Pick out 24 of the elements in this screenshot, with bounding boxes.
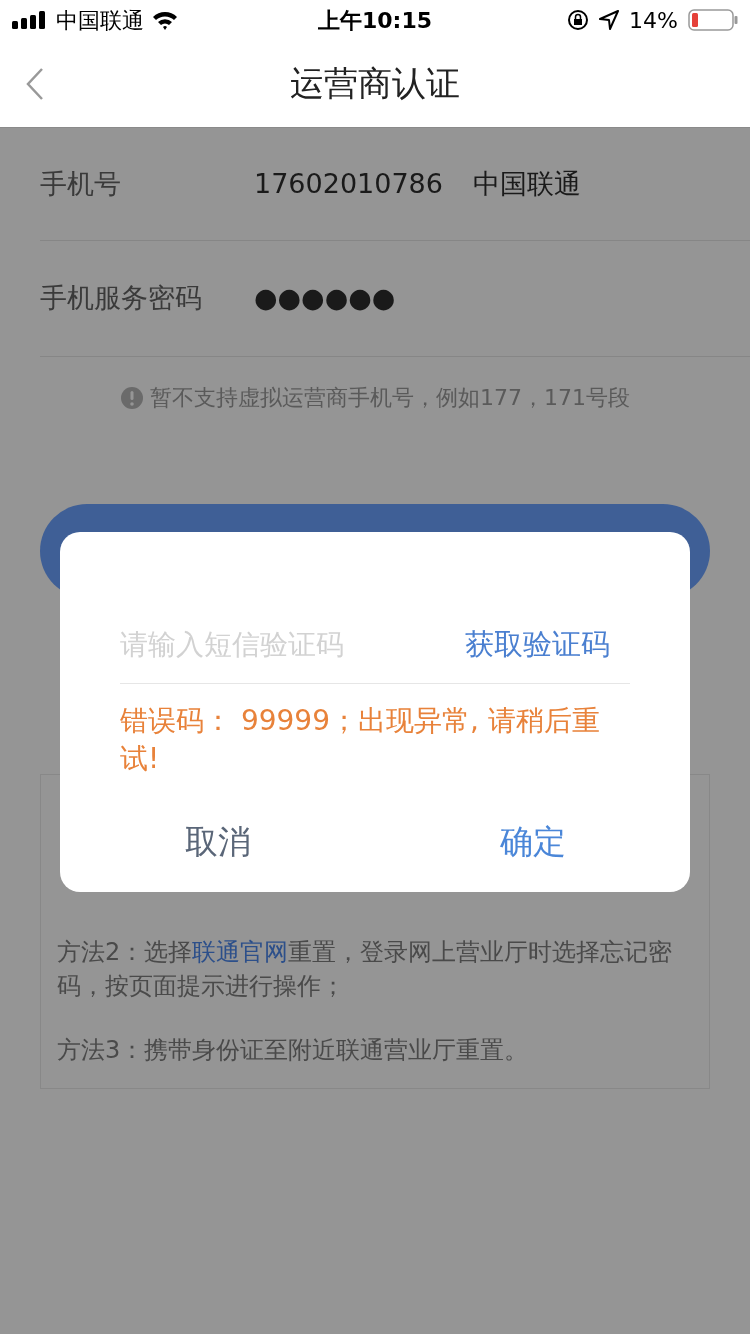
field-value: 17602010786: [254, 166, 443, 201]
carrier-name: 中国联通: [56, 6, 144, 35]
notice-text: 暂不支持虚拟运营商手机号，例如177，171号段: [150, 384, 630, 412]
wifi-icon: [152, 10, 178, 30]
cancel-button[interactable]: 取消: [60, 810, 375, 874]
confirm-button[interactable]: 确定: [375, 810, 690, 874]
official-site-link[interactable]: 联通官网: [192, 938, 289, 966]
field-value: ●●●●●●: [254, 281, 396, 316]
help-text: 方法2：选择联通官网重置，登录网上营业厅时选择忘记密码，按页面提示进行操作；: [57, 937, 674, 1002]
get-code-button[interactable]: 获取验证码: [465, 622, 610, 667]
battery-percent: 14%: [629, 6, 678, 35]
location-arrow-icon: [599, 10, 620, 30]
error-message: 错误码： 99999；出现异常, 请稍后重试!: [120, 703, 601, 777]
clock-time: 上午10:15: [318, 6, 432, 35]
rotation-lock-icon: [567, 9, 590, 31]
field-label: 手机服务密码: [40, 281, 203, 316]
page-title: 运营商认证: [290, 62, 460, 105]
help-text: 方法3：携带身份证至附近联通营业厅重置。: [57, 1035, 530, 1066]
signal-icon: [12, 11, 48, 29]
warning-icon: [120, 385, 144, 410]
carrier-value: 中国联通: [472, 166, 581, 201]
battery-icon: [688, 9, 738, 31]
back-chevron-icon: [26, 67, 44, 101]
field-label: 手机号: [40, 166, 122, 201]
